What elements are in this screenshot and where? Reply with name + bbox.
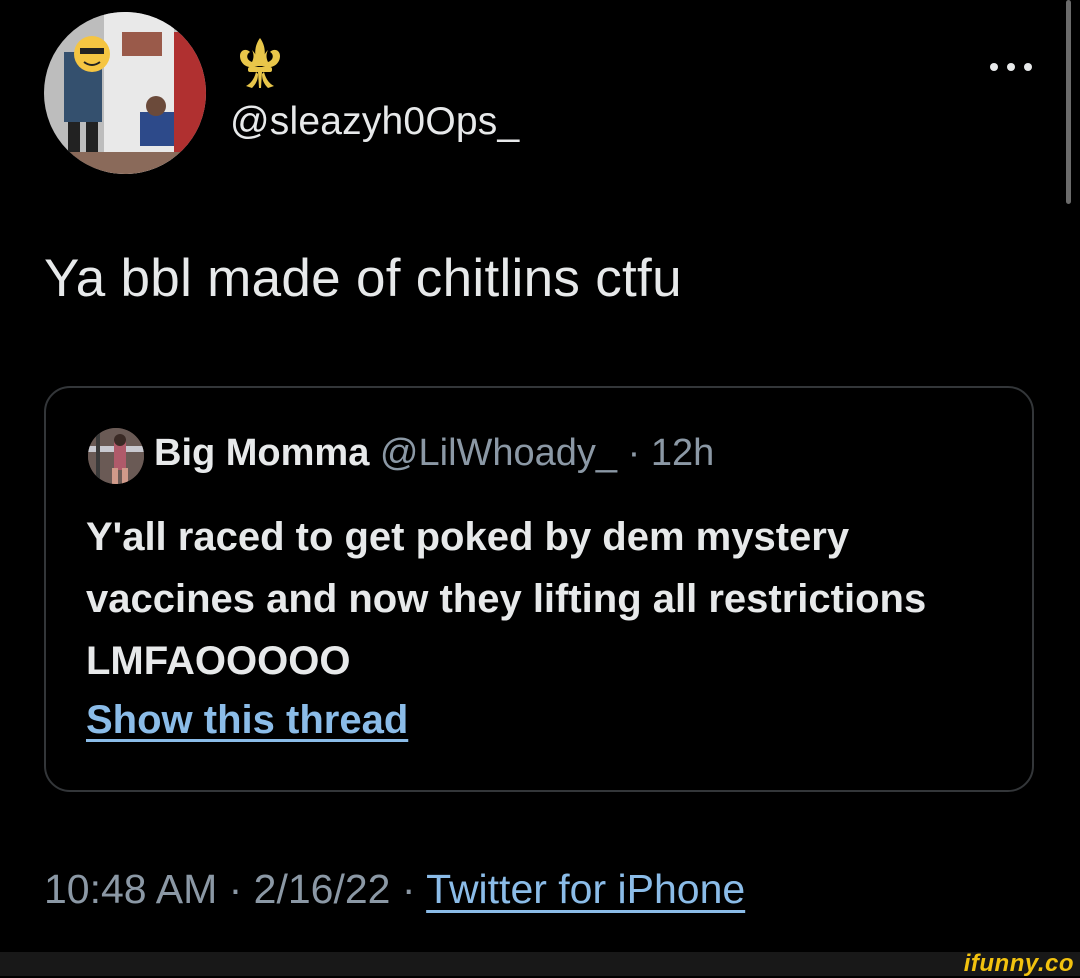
more-horizontal-icon-dot xyxy=(1007,63,1015,71)
quoted-tweet-header: Big Momma @LilWhoady_ · 12h xyxy=(154,432,714,475)
quoted-author-avatar[interactable] xyxy=(88,428,144,484)
quoted-avatar-photo xyxy=(88,428,144,484)
tweet-source-link[interactable]: Twitter for iPhone xyxy=(426,866,745,912)
quoted-author-name[interactable]: Big Momma xyxy=(154,432,369,474)
quoted-tweet-card[interactable]: Big Momma @LilWhoady_ · 12h Y'all raced … xyxy=(44,386,1034,792)
quoted-tweet-text: Y'all raced to get poked by dem mystery … xyxy=(86,515,927,683)
user-handle[interactable]: @sleazyh0Ops_ xyxy=(230,100,519,144)
more-options-button[interactable] xyxy=(984,50,1038,84)
tweet-timestamp[interactable]: 10:48 AM · 2/16/22 · xyxy=(44,866,426,912)
tweet-text: Ya bbl made of chitlins ctfu xyxy=(44,249,682,308)
quoted-author-meta: @LilWhoady_ · 12h xyxy=(369,432,715,474)
more-horizontal-icon xyxy=(990,63,998,71)
avatar-photo xyxy=(44,12,206,174)
show-thread-link[interactable]: Show this thread xyxy=(86,698,408,743)
fleur-de-lis-icon xyxy=(240,38,280,88)
scrollbar[interactable] xyxy=(1066,0,1071,204)
profile-avatar[interactable] xyxy=(44,12,206,174)
bottom-strip xyxy=(0,952,1080,976)
more-horizontal-icon-dot xyxy=(1024,63,1032,71)
tweet-meta-row: 10:48 AM · 2/16/22 · Twitter for iPhone xyxy=(44,866,745,913)
ifunny-watermark: ifunny.co xyxy=(963,950,1074,977)
